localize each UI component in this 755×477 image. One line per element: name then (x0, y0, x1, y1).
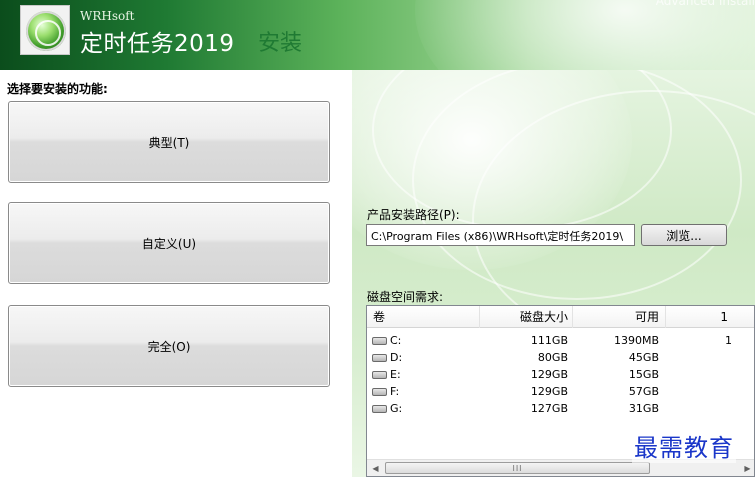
volume-name: D: (390, 351, 403, 364)
drive-icon (372, 354, 387, 362)
browse-button[interactable]: 浏览... (641, 224, 727, 246)
scrollbar-grip: III (512, 463, 523, 473)
disk-row[interactable]: E: 129GB 15GB (367, 366, 754, 383)
typical-button[interactable]: 典型(T) (8, 101, 330, 183)
custom-button-label: 自定义(U) (141, 236, 197, 251)
column-header-size[interactable]: 磁盘大小 (480, 306, 573, 328)
header-glow (415, 0, 755, 70)
logo-orb-icon (26, 11, 66, 51)
volume-size: 80GB (537, 351, 568, 364)
typical-button-label: 典型(T) (148, 135, 190, 150)
install-path-label: 产品安装路径(P): (367, 208, 460, 222)
volume-available: 1390MB (613, 334, 659, 347)
volume-size: 129GB (530, 368, 568, 381)
install-path-input[interactable]: C:\Program Files (x86)\WRHsoft\定时任务2019\ (366, 224, 635, 246)
drive-icon (372, 337, 387, 345)
volume-name: E: (390, 368, 401, 381)
volume-available: 15GB (628, 368, 659, 381)
disk-row[interactable]: G: 127GB 31GB (367, 400, 754, 417)
column-header-available[interactable]: 可用 (573, 306, 666, 328)
disk-row[interactable]: F: 129GB 57GB (367, 383, 754, 400)
drive-icon (372, 371, 387, 379)
volume-name: G: (390, 402, 403, 415)
volume-available: 31GB (628, 402, 659, 415)
volume-name: F: (390, 385, 400, 398)
volume-size: 129GB (530, 385, 568, 398)
scroll-left-icon[interactable]: ◀ (367, 460, 384, 476)
volume-available: 57GB (628, 385, 659, 398)
column-header-required[interactable]: 1 (666, 306, 754, 328)
volume-size: 127GB (530, 402, 568, 415)
features-label: 选择要安装的功能: (7, 82, 108, 96)
drive-icon (372, 405, 387, 413)
step-title: 安装 (258, 31, 303, 56)
volume-required: 1 (725, 334, 732, 347)
scroll-right-icon[interactable]: ▶ (739, 460, 754, 476)
corner-watermark: Advanced Install (655, 0, 755, 8)
volume-available: 45GB (628, 351, 659, 364)
column-header-volume[interactable]: 卷 (367, 306, 480, 328)
installer-header: WRHsoft 定时任务2019 安装 Advanced Install (0, 0, 755, 70)
disk-space-label: 磁盘空间需求: (367, 290, 444, 304)
volume-size: 111GB (530, 334, 568, 347)
product-name: 定时任务2019 (80, 31, 235, 57)
scrollbar-thumb[interactable]: III (385, 462, 650, 474)
complete-button-label: 完全(O) (147, 339, 191, 354)
disk-row[interactable]: C: 111GB 1390MB 1 (367, 332, 754, 349)
volume-name: C: (390, 334, 402, 347)
drive-icon (372, 388, 387, 396)
complete-button[interactable]: 完全(O) (8, 305, 330, 387)
disk-row[interactable]: D: 80GB 45GB (367, 349, 754, 366)
brand-name: WRHsoft (80, 9, 135, 23)
custom-button[interactable]: 自定义(U) (8, 202, 330, 284)
disk-list-header: 卷 磁盘大小 可用 1 (367, 306, 754, 328)
site-watermark: 最需教育 (632, 428, 736, 463)
app-logo (20, 5, 70, 55)
browse-button-label: 浏览... (666, 228, 702, 243)
